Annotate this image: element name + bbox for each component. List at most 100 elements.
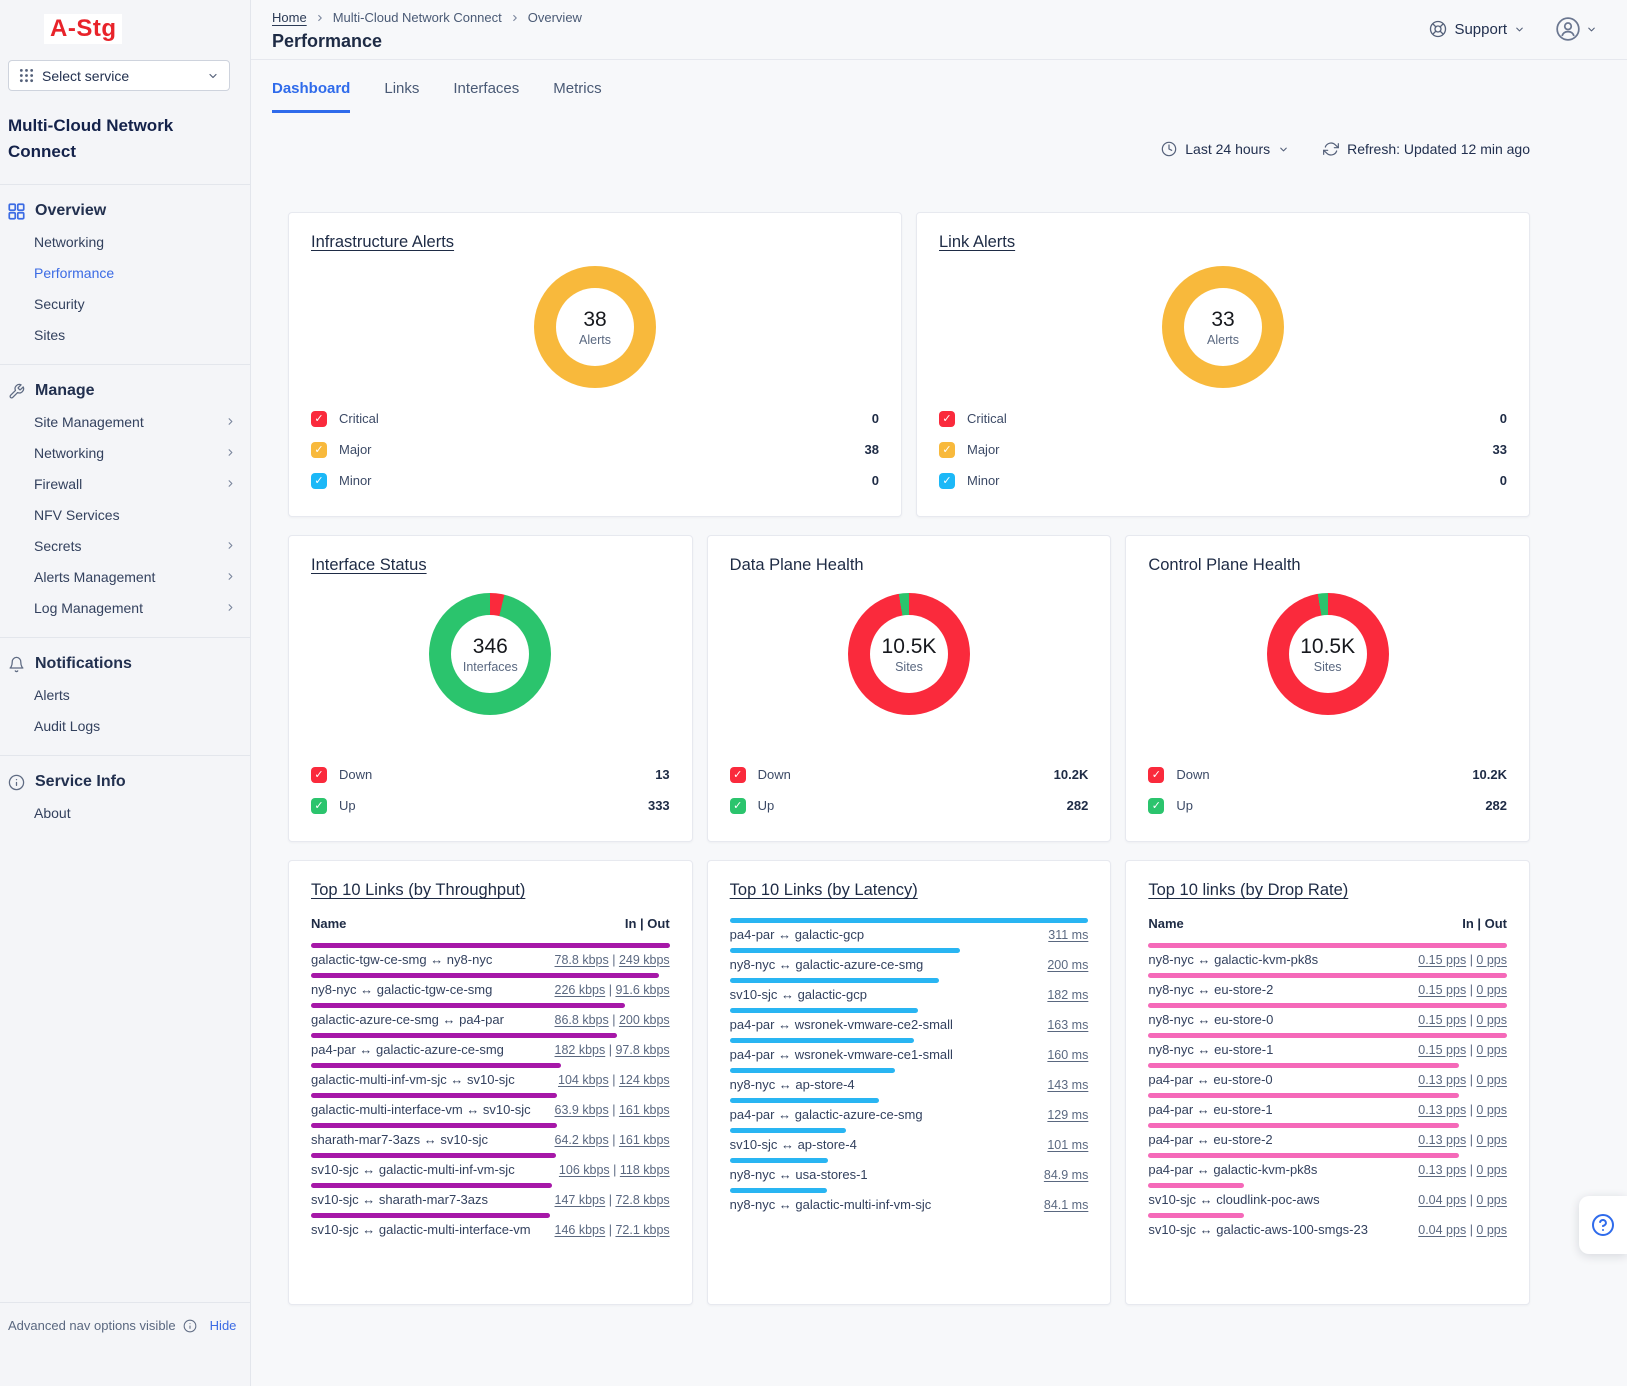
in-value-link[interactable]: 0.13 pps: [1418, 1133, 1466, 1147]
in-value-link[interactable]: 0.15 pps: [1418, 1013, 1466, 1027]
latency-value-link[interactable]: 101 ms: [1047, 1138, 1088, 1152]
support-menu[interactable]: Support: [1429, 20, 1525, 38]
legend-checkbox[interactable]: ✓: [311, 767, 327, 783]
in-value-link[interactable]: 0.13 pps: [1418, 1103, 1466, 1117]
in-value-link[interactable]: 104 kbps: [558, 1073, 609, 1087]
latency-value-link[interactable]: 129 ms: [1047, 1108, 1088, 1122]
out-value-link[interactable]: 124 kbps: [619, 1073, 670, 1087]
help-button[interactable]: [1579, 1196, 1627, 1254]
in-value-link[interactable]: 64.2 kbps: [555, 1133, 609, 1147]
latency-value-link[interactable]: 84.1 ms: [1044, 1198, 1088, 1212]
sidebar-item-networking[interactable]: Networking: [0, 226, 250, 257]
latency-value-link[interactable]: 160 ms: [1047, 1048, 1088, 1062]
breadcrumb-item[interactable]: Multi-Cloud Network Connect: [333, 10, 502, 25]
out-value-link[interactable]: 0 pps: [1476, 1073, 1507, 1087]
latency-value-link[interactable]: 163 ms: [1047, 1018, 1088, 1032]
sidebar-item-service-info[interactable]: Service Info: [0, 767, 250, 797]
in-value-link[interactable]: 182 kbps: [555, 1043, 606, 1057]
latency-value-link[interactable]: 84.9 ms: [1044, 1168, 1088, 1182]
out-value-link[interactable]: 161 kbps: [619, 1133, 670, 1147]
legend-checkbox[interactable]: ✓: [730, 798, 746, 814]
in-value-link[interactable]: 0.13 pps: [1418, 1163, 1466, 1177]
sidebar-item-site-management[interactable]: Site Management: [0, 406, 250, 437]
out-value-link[interactable]: 118 kbps: [620, 1163, 670, 1177]
sidebar-item-secrets[interactable]: Secrets: [0, 530, 250, 561]
legend-checkbox[interactable]: ✓: [730, 767, 746, 783]
breadcrumb-item[interactable]: Overview: [528, 10, 582, 25]
link-alerts-title[interactable]: Link Alerts: [939, 233, 1015, 252]
interface-status-title[interactable]: Interface Status: [311, 556, 427, 575]
in-value-link[interactable]: 86.8 kbps: [555, 1013, 609, 1027]
tab-dashboard[interactable]: Dashboard: [272, 80, 350, 113]
sidebar-item-nfv-services[interactable]: NFV Services: [0, 499, 250, 530]
sidebar-item-log-management[interactable]: Log Management: [0, 592, 250, 623]
out-value-link[interactable]: 72.8 kbps: [615, 1193, 669, 1207]
latency-value-link[interactable]: 200 ms: [1047, 958, 1088, 972]
in-value-link[interactable]: 0.15 pps: [1418, 953, 1466, 967]
sidebar-item-security[interactable]: Security: [0, 288, 250, 319]
out-value-link[interactable]: 0 pps: [1476, 1103, 1507, 1117]
in-value-link[interactable]: 106 kbps: [559, 1163, 610, 1177]
sidebar-item-alerts[interactable]: Alerts: [0, 679, 250, 710]
out-value-link[interactable]: 200 kbps: [619, 1013, 670, 1027]
out-value-link[interactable]: 0 pps: [1476, 1043, 1507, 1057]
in-value-link[interactable]: 0.15 pps: [1418, 1043, 1466, 1057]
latency-value-link[interactable]: 143 ms: [1047, 1078, 1088, 1092]
legend-checkbox[interactable]: ✓: [939, 411, 955, 427]
sidebar-item-sites[interactable]: Sites: [0, 319, 250, 350]
service-selector[interactable]: Select service: [8, 60, 230, 91]
sidebar-item-audit-logs[interactable]: Audit Logs: [0, 710, 250, 741]
sidebar-item-about[interactable]: About: [0, 797, 250, 828]
in-value-link[interactable]: 146 kbps: [555, 1223, 606, 1237]
sidebar-item-firewall[interactable]: Firewall: [0, 468, 250, 499]
in-value-link[interactable]: 63.9 kbps: [555, 1103, 609, 1117]
legend-checkbox[interactable]: ✓: [1148, 767, 1164, 783]
out-value-link[interactable]: 0 pps: [1476, 983, 1507, 997]
top-drop-rate-title[interactable]: Top 10 links (by Drop Rate): [1148, 881, 1348, 900]
out-value-link[interactable]: 0 pps: [1476, 1223, 1507, 1237]
in-value-link[interactable]: 0.04 pps: [1418, 1193, 1466, 1207]
in-value-link[interactable]: 147 kbps: [555, 1193, 606, 1207]
sidebar-item-manage[interactable]: Manage: [0, 376, 250, 406]
out-value-link[interactable]: 161 kbps: [619, 1103, 670, 1117]
latency-value-link[interactable]: 182 ms: [1047, 988, 1088, 1002]
legend-checkbox[interactable]: ✓: [1148, 798, 1164, 814]
latency-value-link[interactable]: 311 ms: [1048, 928, 1088, 942]
sidebar-item-overview[interactable]: Overview: [0, 196, 250, 226]
legend-checkbox[interactable]: ✓: [939, 473, 955, 489]
tab-links[interactable]: Links: [384, 80, 419, 113]
in-value-link[interactable]: 0.13 pps: [1418, 1073, 1466, 1087]
out-value-link[interactable]: 0 pps: [1476, 1193, 1507, 1207]
out-value-link[interactable]: 0 pps: [1476, 953, 1507, 967]
out-value-link[interactable]: 72.1 kbps: [615, 1223, 669, 1237]
in-value-link[interactable]: 0.15 pps: [1418, 983, 1466, 997]
hide-nav-link[interactable]: Hide: [210, 1318, 237, 1333]
out-value-link[interactable]: 91.6 kbps: [615, 983, 669, 997]
tab-interfaces[interactable]: Interfaces: [453, 80, 519, 113]
in-value-link[interactable]: 226 kbps: [555, 983, 606, 997]
in-value-link[interactable]: 78.8 kbps: [555, 953, 609, 967]
refresh-button[interactable]: Refresh: Updated 12 min ago: [1323, 141, 1530, 157]
user-menu[interactable]: [1555, 16, 1597, 42]
breadcrumb-home-link[interactable]: Home: [272, 10, 307, 25]
legend-checkbox[interactable]: ✓: [311, 798, 327, 814]
legend-checkbox[interactable]: ✓: [311, 442, 327, 458]
sidebar-item-alerts-management[interactable]: Alerts Management: [0, 561, 250, 592]
sidebar-item-networking-manage[interactable]: Networking: [0, 437, 250, 468]
out-value-link[interactable]: 0 pps: [1476, 1013, 1507, 1027]
out-value-link[interactable]: 249 kbps: [619, 953, 670, 967]
out-value-link[interactable]: 0 pps: [1476, 1163, 1507, 1177]
in-value-link[interactable]: 0.04 pps: [1418, 1223, 1466, 1237]
time-range-selector[interactable]: Last 24 hours: [1161, 141, 1289, 157]
sidebar-item-performance[interactable]: Performance: [0, 257, 250, 288]
legend-checkbox[interactable]: ✓: [311, 411, 327, 427]
top-latency-title[interactable]: Top 10 Links (by Latency): [730, 881, 918, 900]
top-throughput-title[interactable]: Top 10 Links (by Throughput): [311, 881, 525, 900]
sidebar-item-notifications[interactable]: Notifications: [0, 649, 250, 679]
infrastructure-alerts-title[interactable]: Infrastructure Alerts: [311, 233, 454, 252]
legend-checkbox[interactable]: ✓: [311, 473, 327, 489]
out-value-link[interactable]: 97.8 kbps: [615, 1043, 669, 1057]
legend-checkbox[interactable]: ✓: [939, 442, 955, 458]
out-value-link[interactable]: 0 pps: [1476, 1133, 1507, 1147]
tab-metrics[interactable]: Metrics: [553, 80, 601, 113]
